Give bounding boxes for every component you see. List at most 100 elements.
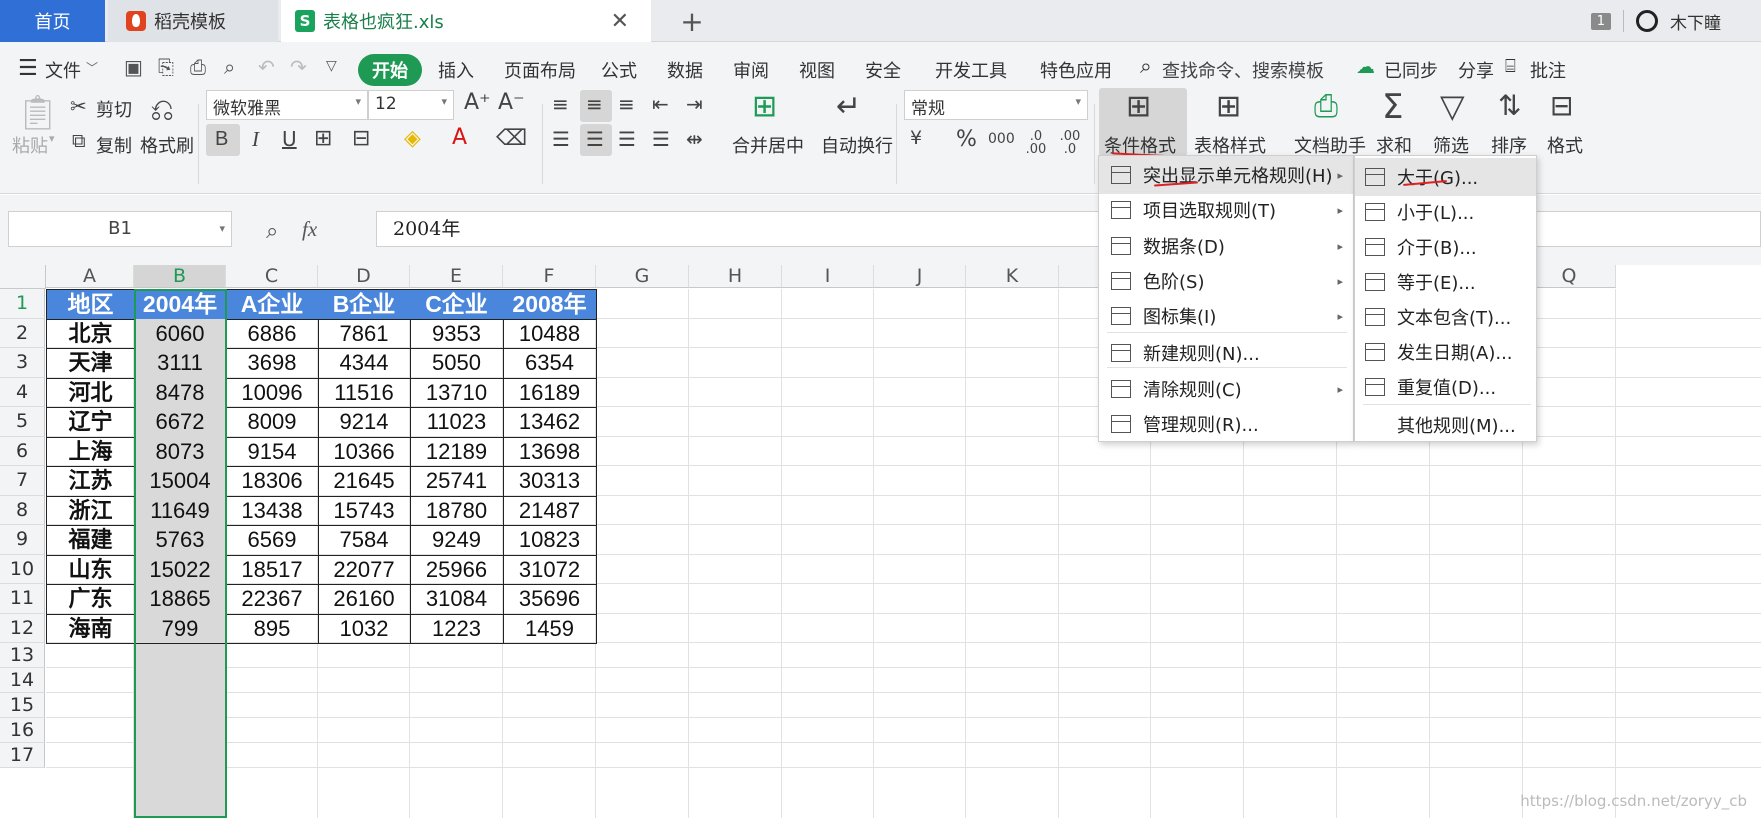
align-left-icon[interactable]: ☰ bbox=[552, 129, 570, 149]
new-tab-button[interactable]: + bbox=[672, 0, 712, 42]
row-header-13[interactable]: 13 bbox=[0, 643, 45, 668]
search-icon[interactable]: ⌕ bbox=[1140, 54, 1152, 79]
sort-icon[interactable]: ⇅ bbox=[1498, 92, 1521, 120]
fill-color-icon[interactable]: ◈ bbox=[404, 128, 421, 150]
font-size-select[interactable]: 12 ▾ bbox=[368, 90, 454, 120]
table-cell[interactable]: 11023 bbox=[410, 407, 504, 438]
align-right-icon[interactable]: ☰ bbox=[618, 129, 636, 149]
chevron-down-icon[interactable]: ▾ bbox=[49, 132, 55, 145]
justify-icon[interactable]: ☰ bbox=[652, 129, 670, 149]
close-icon[interactable]: ✕ bbox=[611, 9, 629, 34]
table-header-cell[interactable]: C企业 bbox=[410, 289, 504, 320]
menu-tab-insert[interactable]: 插入 bbox=[438, 57, 474, 83]
paste-icon[interactable]: 📋︎ bbox=[16, 96, 59, 130]
fx-icon[interactable]: fx bbox=[302, 217, 317, 242]
table-cell[interactable]: 35696 bbox=[503, 584, 597, 615]
decrease-indent-icon[interactable]: ⇤ bbox=[652, 94, 669, 114]
paste-button[interactable]: 粘贴 bbox=[12, 132, 48, 158]
table-cell[interactable]: 1459 bbox=[503, 613, 597, 644]
thousands-icon[interactable]: 000 bbox=[988, 132, 1015, 146]
menu-tab-page-layout[interactable]: 页面布局 bbox=[504, 57, 576, 83]
column-header-I[interactable]: I bbox=[782, 265, 874, 288]
column-header-A[interactable]: A bbox=[46, 265, 134, 288]
column-header-H[interactable]: H bbox=[689, 265, 782, 288]
wrap-text-button[interactable]: 自动换行 bbox=[821, 132, 893, 158]
highlight-rule-item[interactable]: 文本包含(T)... bbox=[1355, 298, 1536, 336]
table-cell[interactable]: 浙江 bbox=[46, 495, 135, 526]
cond-menu-item[interactable]: 清除规则(C) ▸ bbox=[1099, 370, 1353, 408]
column-header-K[interactable]: K bbox=[966, 265, 1059, 288]
row-header-15[interactable]: 15 bbox=[0, 693, 45, 718]
row-header-9[interactable]: 9 bbox=[0, 525, 45, 555]
scissors-icon[interactable]: ✂ bbox=[70, 96, 87, 116]
table-cell[interactable]: 12189 bbox=[410, 436, 504, 467]
table-cell[interactable]: 10096 bbox=[226, 377, 319, 408]
decrease-decimal-icon[interactable]: .00 .0 bbox=[1058, 130, 1082, 156]
row-header-5[interactable]: 5 bbox=[0, 407, 45, 437]
cond-menu-item[interactable]: 管理规则(R)... bbox=[1099, 405, 1353, 443]
underline-button[interactable]: U bbox=[282, 129, 297, 149]
tab-home[interactable]: 首页 bbox=[0, 0, 105, 42]
table-cell[interactable]: 16189 bbox=[503, 377, 597, 408]
format-painter-button[interactable]: 格式刷 bbox=[140, 132, 194, 158]
table-cell[interactable]: 30313 bbox=[503, 466, 597, 497]
align-middle-icon[interactable]: ≡ bbox=[586, 94, 603, 114]
highlight-rule-item[interactable]: 小于(L)... bbox=[1355, 193, 1536, 231]
menu-tab-security[interactable]: 安全 bbox=[865, 57, 901, 83]
table-cell[interactable]: 25741 bbox=[410, 466, 504, 497]
hamburger-icon[interactable]: ☰ bbox=[18, 56, 38, 81]
row-header-11[interactable]: 11 bbox=[0, 584, 45, 614]
copy-icon[interactable]: ⧉ bbox=[72, 132, 86, 151]
print-preview-icon[interactable]: ⌕ bbox=[224, 55, 235, 79]
select-all-corner[interactable] bbox=[0, 265, 46, 289]
row-header-12[interactable]: 12 bbox=[0, 613, 45, 643]
table-cell[interactable]: 海南 bbox=[46, 613, 135, 644]
table-cell[interactable]: 6354 bbox=[503, 348, 597, 379]
column-header-F[interactable]: F bbox=[503, 265, 596, 288]
menu-tab-special[interactable]: 特色应用 bbox=[1040, 57, 1112, 83]
filter-icon[interactable]: ▽ bbox=[1440, 90, 1465, 122]
table-cell[interactable]: 10823 bbox=[503, 525, 597, 556]
column-header-J[interactable]: J bbox=[874, 265, 966, 288]
table-cell[interactable]: 31072 bbox=[503, 554, 597, 585]
percent-icon[interactable]: % bbox=[956, 129, 977, 151]
increase-font-icon[interactable]: A⁺ bbox=[464, 92, 491, 114]
comment-button[interactable]: 批注 bbox=[1530, 57, 1566, 83]
cell-fill-icon[interactable]: ⊟ bbox=[352, 128, 370, 150]
table-header-cell[interactable]: A企业 bbox=[226, 289, 319, 320]
tab-docer[interactable]: 稻壳模板 bbox=[108, 0, 278, 42]
column-header-B[interactable]: B bbox=[134, 265, 226, 288]
copy-button[interactable]: 复制 bbox=[96, 132, 132, 158]
table-cell[interactable]: 辽宁 bbox=[46, 407, 135, 438]
increase-decimal-icon[interactable]: .0 .00 bbox=[1024, 130, 1048, 156]
highlight-rule-item[interactable]: 发生日期(A)... bbox=[1355, 333, 1536, 371]
table-cell[interactable]: 9249 bbox=[410, 525, 504, 556]
merge-center-button[interactable]: 合并居中 bbox=[732, 132, 804, 158]
zoom-search-icon[interactable]: ⌕ bbox=[266, 219, 278, 244]
table-cell[interactable]: 13710 bbox=[410, 377, 504, 408]
menu-tab-data[interactable]: 数据 bbox=[667, 57, 703, 83]
conditional-format-icon[interactable]: ⊞ bbox=[1126, 92, 1151, 122]
row-header-1[interactable]: 1 bbox=[0, 289, 45, 319]
table-cell[interactable]: 21645 bbox=[318, 466, 411, 497]
distributed-icon[interactable]: ⇹ bbox=[686, 129, 703, 149]
table-cell[interactable]: 福建 bbox=[46, 525, 135, 556]
row-header-3[interactable]: 3 bbox=[0, 348, 45, 378]
user-name[interactable]: 木下瞳 bbox=[1670, 9, 1721, 34]
table-cell[interactable]: 7584 bbox=[318, 525, 411, 556]
wrap-text-icon[interactable]: ↵ bbox=[836, 92, 861, 122]
table-cell[interactable]: 13438 bbox=[226, 495, 319, 526]
decrease-font-icon[interactable]: A⁻ bbox=[498, 92, 525, 114]
row-header-7[interactable]: 7 bbox=[0, 466, 45, 496]
menu-file[interactable]: 文件 bbox=[45, 57, 81, 83]
print-icon[interactable]: ⎙ bbox=[190, 55, 206, 79]
sync-status[interactable]: 已同步 bbox=[1384, 57, 1438, 83]
menu-tab-review[interactable]: 审阅 bbox=[733, 57, 769, 83]
redo-icon[interactable]: ↷ bbox=[290, 55, 307, 79]
row-header-4[interactable]: 4 bbox=[0, 377, 45, 407]
undo-icon[interactable]: ↶ bbox=[258, 55, 275, 79]
table-style-icon[interactable]: ⊞ bbox=[1216, 92, 1241, 122]
table-cell[interactable]: 13698 bbox=[503, 436, 597, 467]
font-color-icon[interactable]: A bbox=[452, 127, 467, 149]
table-cell[interactable]: 北京 bbox=[46, 318, 135, 349]
